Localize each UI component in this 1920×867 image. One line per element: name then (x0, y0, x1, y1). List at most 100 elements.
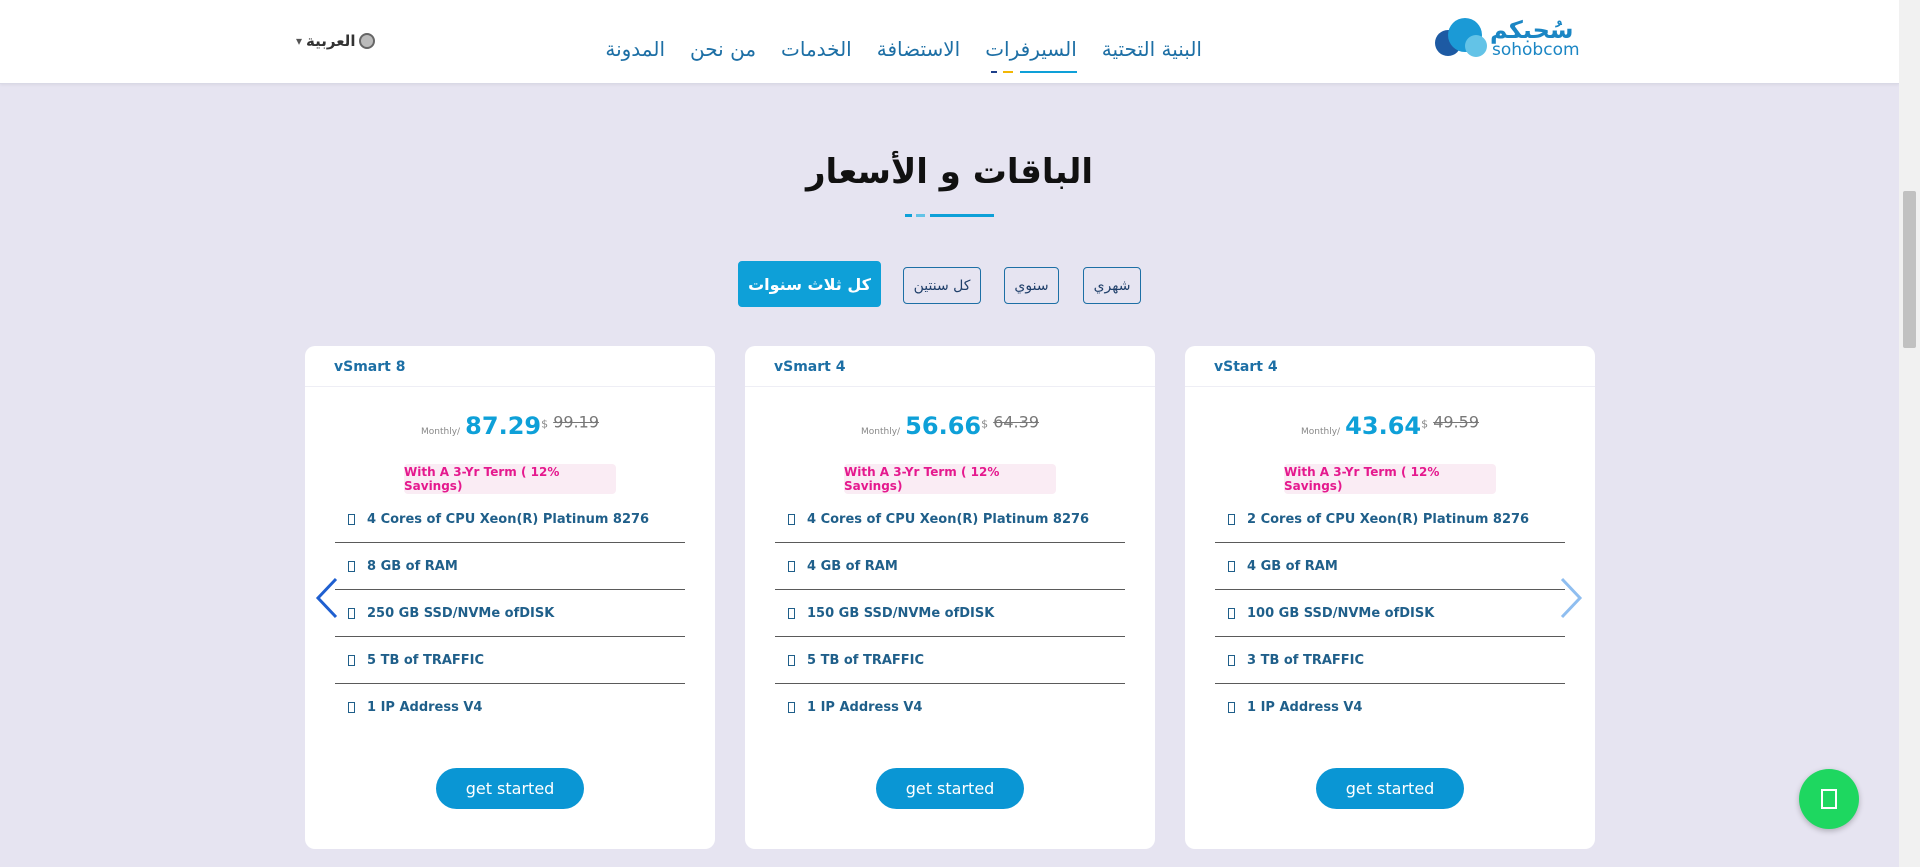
feature-text: 1 IP Address V4 (807, 699, 923, 715)
feature-item: 1 IP Address V4 (1215, 684, 1565, 730)
nav-active-dot (990, 71, 997, 73)
language-label: العربية (306, 32, 356, 50)
feature-text: 3 TB of TRAFFIC (1247, 652, 1365, 668)
savings-badge: With A 3-Yr Term ( 12% Savings) (844, 464, 1056, 494)
chevron-right-icon[interactable] (1558, 577, 1584, 619)
feature-item: 4 GB of RAM (775, 543, 1125, 590)
feature-text: 4 Cores of CPU Xeon(R) Platinum 8276 (807, 511, 1090, 527)
plan-card-vsmart8: vSmart 8 Monthly/ 87.29$ 99.19 With A 3-… (305, 346, 715, 849)
feature-text: 8 GB of RAM (367, 558, 458, 574)
check-icon (1228, 654, 1235, 666)
feature-item: 250 GB SSD/NVMe ofDISK (335, 590, 685, 637)
feature-item: 5 TB of TRAFFIC (775, 637, 1125, 684)
feature-list: 4 Cores of CPU Xeon(R) Platinum 8276 4 G… (775, 496, 1125, 730)
tab-monthly[interactable]: شهري (1083, 267, 1141, 304)
language-switcher[interactable]: العربية ▾ (296, 32, 376, 50)
savings-badge: With A 3-Yr Term ( 12% Savings) (1284, 464, 1496, 494)
chevron-left-icon[interactable] (314, 577, 340, 619)
get-started-button[interactable]: get started (1316, 768, 1464, 809)
currency-symbol: $ (981, 417, 989, 431)
card-divider (305, 386, 715, 387)
check-icon (348, 607, 355, 619)
whatsapp-button[interactable] (1799, 769, 1859, 829)
plan-card-vsmart4: vSmart 4 Monthly/ 56.66$ 64.39 With A 3-… (745, 346, 1155, 849)
plan-name: vStart 4 (1214, 359, 1278, 375)
logo-english-text: sohobcom (1492, 40, 1580, 60)
feature-text: 4 Cores of CPU Xeon(R) Platinum 8276 (367, 511, 650, 527)
feature-item: 1 IP Address V4 (775, 684, 1125, 730)
tab-two-years[interactable]: كل سنتين (903, 267, 981, 304)
get-started-button[interactable]: get started (876, 768, 1024, 809)
billing-period: Monthly/ (861, 427, 901, 437)
tab-three-years[interactable]: كل ثلاث سنوات (738, 261, 881, 307)
old-price: 99.19 (553, 412, 599, 432)
feature-item: 8 GB of RAM (335, 543, 685, 590)
chevron-down-icon: ▾ (296, 34, 303, 48)
currency-symbol: $ (541, 417, 549, 431)
section-title: الباقات و الأسعار (805, 152, 1093, 192)
tab-yearly[interactable]: سنوي (1004, 267, 1059, 304)
feature-list: 4 Cores of CPU Xeon(R) Platinum 8276 8 G… (335, 496, 685, 730)
nav-hosting[interactable]: الاستضافة (877, 37, 960, 61)
nav-services[interactable]: الخدمات (781, 37, 852, 61)
card-divider (1185, 386, 1595, 387)
scrollbar-thumb[interactable] (1903, 191, 1916, 348)
plan-name: vSmart 8 (334, 359, 406, 375)
feature-item: 1 IP Address V4 (335, 684, 685, 730)
feature-text: 5 TB of TRAFFIC (367, 652, 485, 668)
price-row: Monthly/ 43.64$ 49.59 (1185, 412, 1595, 440)
check-icon (1228, 513, 1235, 525)
title-decoration (916, 214, 925, 217)
feature-text: 250 GB SSD/NVMe ofDISK (367, 605, 555, 621)
feature-item: 150 GB SSD/NVMe ofDISK (775, 590, 1125, 637)
check-icon (788, 513, 795, 525)
check-icon (348, 560, 355, 572)
old-price: 64.39 (993, 412, 1039, 432)
plan-price: 43.64 (1345, 412, 1422, 440)
check-icon (1228, 701, 1235, 713)
title-underline (930, 214, 994, 217)
card-divider (745, 386, 1155, 387)
check-icon (348, 654, 355, 666)
page-scrollbar[interactable] (1899, 0, 1920, 867)
check-icon (788, 701, 795, 713)
feature-item: 100 GB SSD/NVMe ofDISK (1215, 590, 1565, 637)
whatsapp-icon (1821, 789, 1837, 809)
globe-icon (359, 33, 376, 49)
old-price: 49.59 (1433, 412, 1479, 432)
nav-about[interactable]: من نحن (690, 37, 756, 61)
get-started-button[interactable]: get started (436, 768, 584, 809)
feature-text: 5 TB of TRAFFIC (807, 652, 925, 668)
check-icon (348, 513, 355, 525)
feature-text: 150 GB SSD/NVMe ofDISK (807, 605, 995, 621)
feature-item: 4 Cores of CPU Xeon(R) Platinum 8276 (775, 496, 1125, 543)
check-icon (1228, 607, 1235, 619)
feature-item: 3 TB of TRAFFIC (1215, 637, 1565, 684)
nav-blog[interactable]: المدونة (605, 37, 665, 61)
nav-active-dot (1002, 71, 1013, 73)
feature-item: 2 Cores of CPU Xeon(R) Platinum 8276 (1215, 496, 1565, 543)
billing-period: Monthly/ (1301, 427, 1341, 437)
feature-item: 4 Cores of CPU Xeon(R) Platinum 8276 (335, 496, 685, 543)
plan-card-vstart4: vStart 4 Monthly/ 43.64$ 49.59 With A 3-… (1185, 346, 1595, 849)
feature-list: 2 Cores of CPU Xeon(R) Platinum 8276 4 G… (1215, 496, 1565, 730)
feature-text: 4 GB of RAM (807, 558, 898, 574)
feature-text: 2 Cores of CPU Xeon(R) Platinum 8276 (1247, 511, 1530, 527)
plan-price: 87.29 (465, 412, 542, 440)
plan-name: vSmart 4 (774, 359, 846, 375)
feature-item: 5 TB of TRAFFIC (335, 637, 685, 684)
sohobcom-logo[interactable]: سُحبكم sohobcom (1431, 14, 1586, 64)
feature-text: 100 GB SSD/NVMe ofDISK (1247, 605, 1435, 621)
nav-servers[interactable]: السيرفرات (985, 37, 1077, 73)
savings-badge: With A 3-Yr Term ( 12% Savings) (404, 464, 616, 494)
check-icon (1228, 560, 1235, 572)
site-header: سُحبكم sohobcom البنية التحتية السيرفرات… (0, 0, 1899, 84)
currency-symbol: $ (1421, 417, 1429, 431)
nav-servers-label: السيرفرات (985, 37, 1077, 61)
check-icon (348, 701, 355, 713)
feature-item: 4 GB of RAM (1215, 543, 1565, 590)
feature-text: 1 IP Address V4 (1247, 699, 1363, 715)
feature-text: 1 IP Address V4 (367, 699, 483, 715)
plan-price: 56.66 (905, 412, 982, 440)
nav-infrastructure[interactable]: البنية التحتية (1102, 37, 1202, 61)
